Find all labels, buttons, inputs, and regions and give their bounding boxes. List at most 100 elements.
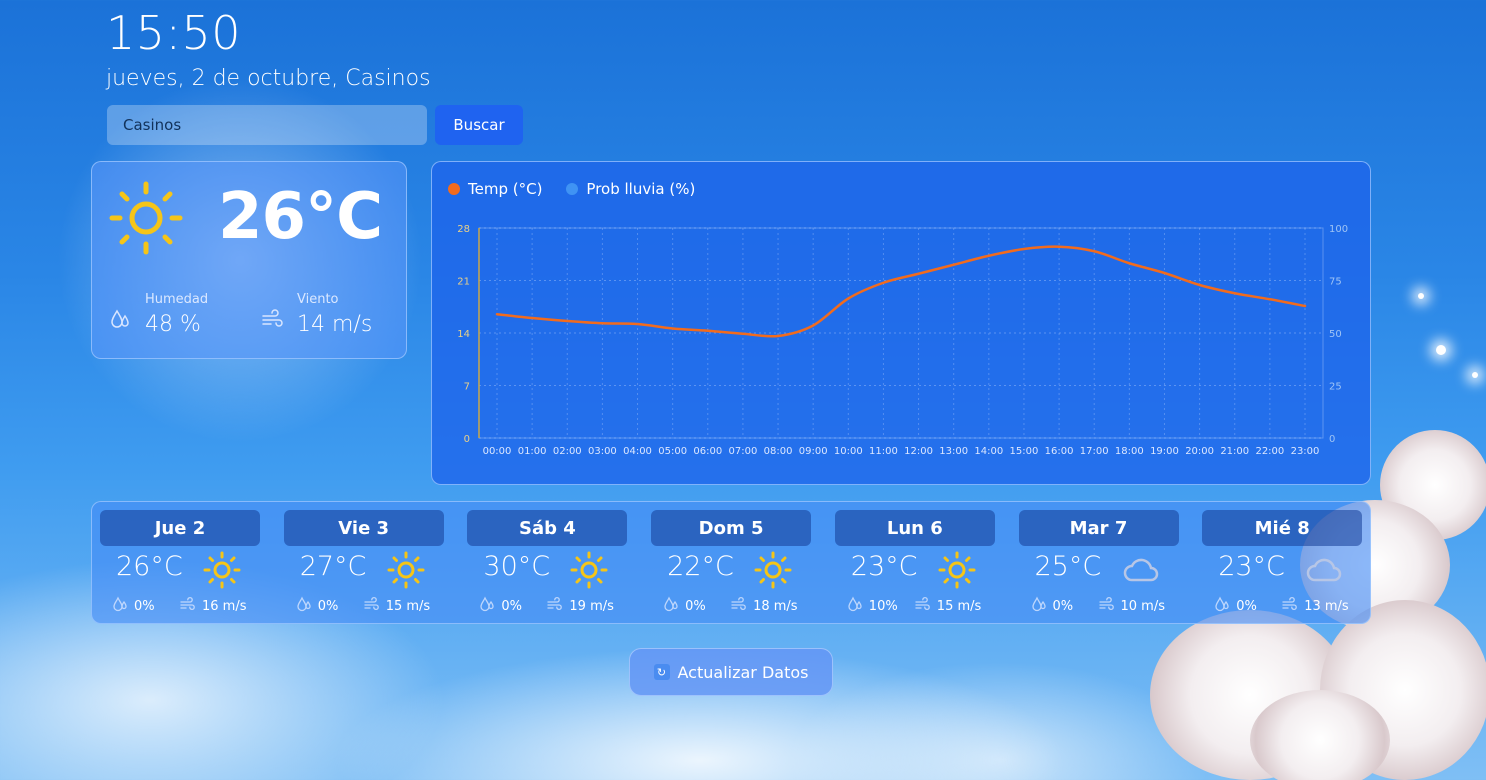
x-tick-label: 09:00 (799, 446, 828, 457)
x-tick-label: 03:00 (588, 446, 617, 457)
forecast-day[interactable]: Mar 7 25°C 0% 10 m/s (1018, 510, 1179, 620)
wind-icon (731, 596, 747, 616)
forecast-temperature: 27°C (299, 551, 367, 582)
weekly-forecast: Jue 2 26°C 0% 16 m/s Vie 3 27°C 0% 15 m/s Sáb 4 3… (91, 501, 1371, 624)
chart-legend: Temp (°C) Prob lluvia (%) (448, 180, 695, 198)
sun-icon (753, 550, 793, 590)
forecast-rain: 0% (1214, 596, 1257, 616)
sun-icon (109, 181, 183, 255)
sparkle-decoration (1472, 372, 1478, 378)
forecast-rain: 0% (1031, 596, 1073, 616)
forecast-rain-value: 0% (501, 598, 523, 614)
forecast-day[interactable]: Vie 3 27°C 0% 15 m/s (283, 510, 444, 620)
forecast-rain-value: 0% (134, 598, 155, 614)
y-tick-label-left: 0 (464, 434, 470, 445)
hourly-chart-card: 0 7 14 21 28 0 25 50 75 100 00:00 01:00 02:00 03:00 04… (431, 161, 1371, 485)
humidity-label: Humedad (145, 292, 209, 307)
current-temperature: 26°C (218, 180, 383, 254)
x-tick-label: 19:00 (1150, 446, 1179, 457)
x-tick-label: 11:00 (869, 446, 898, 457)
forecast-day[interactable]: Mié 8 23°C 0% 13 m/s (1202, 510, 1363, 620)
city-search-input[interactable] (107, 105, 427, 145)
rain-icon (1031, 596, 1047, 616)
refresh-label: Actualizar Datos (677, 662, 809, 682)
y-tick-label-left: 14 (457, 329, 470, 340)
x-tick-label: 10:00 (834, 446, 863, 457)
date-location: jueves, 2 de octubre, Casinos (106, 66, 431, 91)
legend-item-rain[interactable]: Prob lluvia (%) (566, 180, 695, 198)
x-tick-label: 23:00 (1291, 446, 1320, 457)
current-weather-card: 26°C Humedad 48 % Viento 14 m/s (91, 161, 407, 359)
wind-icon (547, 596, 563, 616)
wind-icon (1282, 596, 1298, 616)
sun-icon (937, 550, 977, 590)
wind-value: 14 m/s (297, 312, 373, 337)
hourly-chart: 0 7 14 21 28 0 25 50 75 100 00:00 01:00 02:00 03:00 04… (457, 224, 1348, 457)
x-tick-label: 14:00 (974, 446, 1003, 457)
x-tick-label: 06:00 (693, 446, 722, 457)
forecast-wind: 10 m/s (1098, 596, 1165, 616)
rain-icon (479, 596, 495, 616)
x-tick-label: 12:00 (904, 446, 933, 457)
forecast-day[interactable]: Dom 5 22°C 0% 18 m/s (651, 510, 812, 620)
x-tick-label: 16:00 (1045, 446, 1074, 457)
wind-icon (915, 596, 931, 616)
y-tick-label-right: 0 (1329, 434, 1335, 445)
wind-label: Viento (297, 292, 339, 307)
forecast-day[interactable]: Lun 6 23°C 10% 15 m/s (834, 510, 995, 620)
humidity-icon (111, 309, 129, 328)
cloud-icon (1304, 550, 1344, 590)
wind-icon (262, 309, 283, 327)
forecast-temperature: 23°C (850, 551, 918, 582)
forecast-wind: 15 m/s (364, 596, 431, 616)
forecast-day-name: Vie 3 (283, 510, 444, 546)
y-tick-label-left: 21 (457, 277, 470, 288)
x-tick-label: 02:00 (553, 446, 582, 457)
forecast-rain: 0% (296, 596, 338, 616)
wind-icon (1098, 596, 1115, 616)
x-tick-label: 04:00 (623, 446, 652, 457)
forecast-day-name: Mar 7 (1018, 510, 1179, 546)
forecast-day[interactable]: Jue 2 26°C 0% 16 m/s (100, 510, 260, 620)
forecast-temperature: 25°C (1034, 551, 1102, 582)
forecast-wind-value: 15 m/s (385, 598, 431, 614)
forecast-temperature: 26°C (116, 551, 183, 582)
forecast-day-name: Lun 6 (834, 510, 995, 546)
search-button[interactable]: Buscar (435, 105, 523, 145)
sun-icon (202, 550, 242, 590)
sun-icon (386, 550, 426, 590)
refresh-icon: ↻ (653, 664, 670, 680)
forecast-day-name: Dom 5 (651, 510, 812, 546)
forecast-day-name: Mié 8 (1202, 510, 1363, 546)
forecast-wind: 15 m/s (915, 596, 981, 616)
y-tick-label-right: 75 (1329, 277, 1342, 288)
forecast-wind: 19 m/s (547, 596, 614, 616)
legend-item-temp[interactable]: Temp (°C) (448, 180, 542, 198)
x-tick-label: 07:00 (728, 446, 757, 457)
y-tick-label-right: 50 (1329, 329, 1342, 340)
forecast-day-name: Sáb 4 (467, 510, 628, 546)
sparkle-decoration (1436, 345, 1446, 355)
y-tick-label-right: 25 (1329, 382, 1342, 393)
legend-dot-temp (448, 183, 460, 195)
forecast-rain-value: 10% (868, 598, 898, 614)
forecast-wind-value: 13 m/s (1304, 598, 1349, 614)
forecast-rain: 10% (847, 596, 898, 616)
forecast-temperature: 23°C (1218, 551, 1285, 582)
forecast-wind: 13 m/s (1282, 596, 1349, 616)
refresh-data-button[interactable]: ↻ Actualizar Datos (629, 648, 833, 696)
y-tick-label-left: 7 (464, 382, 470, 393)
wind-icon (364, 596, 380, 616)
rain-icon (847, 596, 863, 616)
forecast-day[interactable]: Sáb 4 30°C 0% 19 m/s (467, 510, 628, 620)
forecast-wind-value: 16 m/s (202, 598, 247, 614)
humidity-value: 48 % (145, 312, 201, 337)
x-tick-label: 18:00 (1115, 446, 1144, 457)
forecast-wind-value: 18 m/s (753, 598, 798, 614)
forecast-wind-value: 19 m/s (569, 598, 614, 614)
rain-icon (112, 596, 128, 616)
x-tick-label: 05:00 (658, 446, 687, 457)
y-tick-label-right: 100 (1329, 224, 1348, 235)
legend-label-temp: Temp (°C) (468, 180, 543, 198)
x-tick-label: 15:00 (1010, 446, 1039, 457)
